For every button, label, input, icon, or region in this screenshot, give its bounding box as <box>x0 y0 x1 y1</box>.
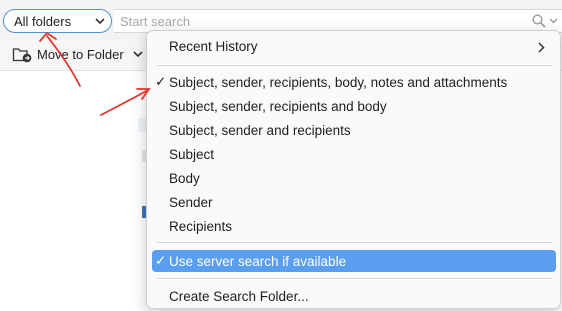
menu-item-option[interactable]: Sender <box>169 195 213 210</box>
search-placeholder: Start search <box>120 14 191 29</box>
chevron-right-icon <box>538 42 545 53</box>
menu-separator <box>157 278 552 279</box>
search-icon[interactable] <box>532 14 546 28</box>
chevron-down-icon[interactable] <box>133 51 143 58</box>
option-label: Subject, sender, recipients, body, notes… <box>169 75 508 90</box>
option-label: Body <box>169 171 200 186</box>
server-search-label: Use server search if available <box>169 254 347 269</box>
menu-item-option[interactable]: Recipients <box>169 219 232 234</box>
server-search-item[interactable]: Use server search if available <box>169 254 346 269</box>
option-label: Subject <box>169 147 215 162</box>
search-scope-dropdown[interactable]: All folders <box>3 9 112 33</box>
recent-history-label: Recent History <box>169 39 258 54</box>
option-label: Recipients <box>169 219 233 234</box>
checkmark-icon: ✓ <box>155 253 167 268</box>
create-search-folder-label: Create Search Folder... <box>169 289 309 304</box>
annotation-arrow-option <box>100 89 149 116</box>
option-label: Subject, sender, recipients and body <box>169 99 387 114</box>
option-label: Sender <box>169 195 213 210</box>
move-to-folder-label: Move to Folder <box>37 47 124 62</box>
menu-item-option[interactable]: Subject, sender, recipients, body, notes… <box>169 75 507 90</box>
menu-item-option[interactable]: Subject, sender, recipients and body <box>169 99 387 114</box>
option-label: Subject, sender and recipients <box>169 123 351 138</box>
menu-item-option[interactable]: Subject, sender and recipients <box>169 123 351 138</box>
menu-item-option[interactable]: Subject <box>169 147 214 162</box>
menu-separator <box>157 242 552 243</box>
mail-window: All folders Start search Move to Folder <box>0 0 562 311</box>
menu-separator <box>157 65 552 66</box>
search-options-chevron-icon[interactable] <box>549 18 558 24</box>
menu-item-recent-history[interactable]: Recent History <box>169 39 258 54</box>
menu-item-create-search-folder[interactable]: Create Search Folder... <box>169 289 309 304</box>
chevron-down-icon <box>95 18 105 25</box>
checkmark-icon: ✓ <box>155 74 167 89</box>
move-folder-icon <box>12 48 32 63</box>
search-options-menu: Recent History ✓ Subject, sender, recipi… <box>146 30 561 309</box>
search-scope-value: All folders <box>14 14 72 29</box>
menu-item-option[interactable]: Body <box>169 171 200 186</box>
